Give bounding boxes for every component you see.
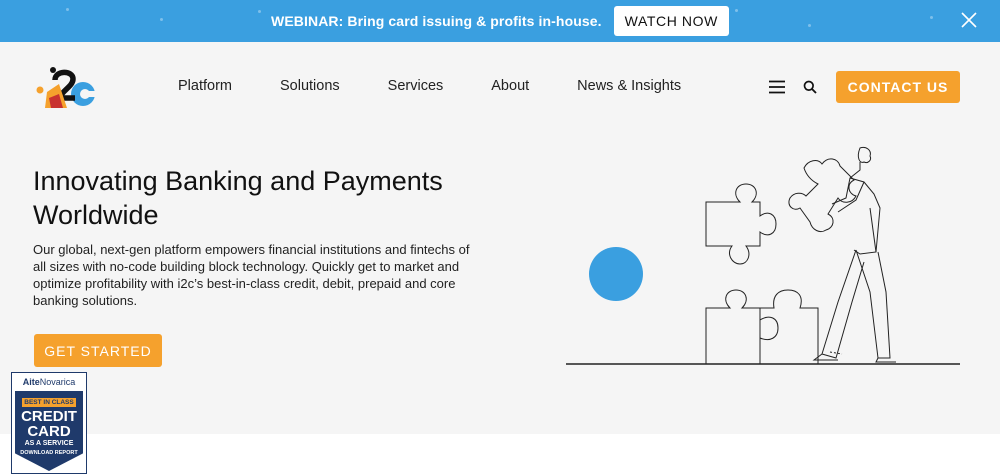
badge-line-service: AS A SERVICE	[24, 440, 74, 447]
badge-line-credit: CREDIT	[21, 408, 77, 425]
award-badge[interactable]: Aite Novarica BEST IN CLASS CREDIT CARD A…	[11, 372, 87, 474]
nav-item-platform[interactable]: Platform	[178, 78, 232, 94]
close-icon[interactable]	[960, 11, 978, 29]
webinar-banner: WEBINAR: Bring card issuing & profits in…	[0, 0, 1000, 42]
watch-now-button[interactable]: WATCH NOW	[613, 6, 729, 36]
menu-icon[interactable]	[769, 80, 785, 94]
hero-title: Innovating Banking and Payments Worldwid…	[33, 166, 443, 230]
nav-item-services[interactable]: Services	[388, 78, 444, 94]
i2c-logo[interactable]	[33, 64, 103, 112]
nav-links: Platform Solutions Services About News &…	[178, 78, 729, 94]
hero-description: Our global, next-gen platform empowers f…	[33, 242, 470, 308]
badge-download-report[interactable]: DOWNLOAD REPORT	[15, 450, 83, 456]
badge-ribbon: BEST IN CLASS	[22, 398, 76, 407]
get-started-button[interactable]: GET STARTED	[34, 334, 162, 367]
puzzle-illustration	[566, 147, 960, 365]
nav-item-solutions[interactable]: Solutions	[280, 78, 340, 94]
search-icon[interactable]	[803, 80, 817, 94]
badge-shield: BEST IN CLASS CREDIT CARD AS A SERVICE D…	[15, 391, 83, 471]
nav-item-about[interactable]: About	[491, 78, 529, 94]
badge-brand-rest: Novarica	[39, 376, 76, 387]
badge-brand-bold: Aite	[22, 376, 40, 387]
main-nav: Platform Solutions Services About News &…	[0, 42, 1000, 132]
hero-section: Platform Solutions Services About News &…	[0, 42, 1000, 434]
contact-us-button[interactable]: CONTACT US	[836, 71, 960, 103]
badge-line-card: CARD	[27, 423, 71, 440]
nav-item-news-insights[interactable]: News & Insights	[577, 78, 681, 94]
badge-brand: Aite Novarica	[12, 373, 86, 390]
banner-text: WEBINAR: Bring card issuing & profits in…	[271, 13, 602, 29]
